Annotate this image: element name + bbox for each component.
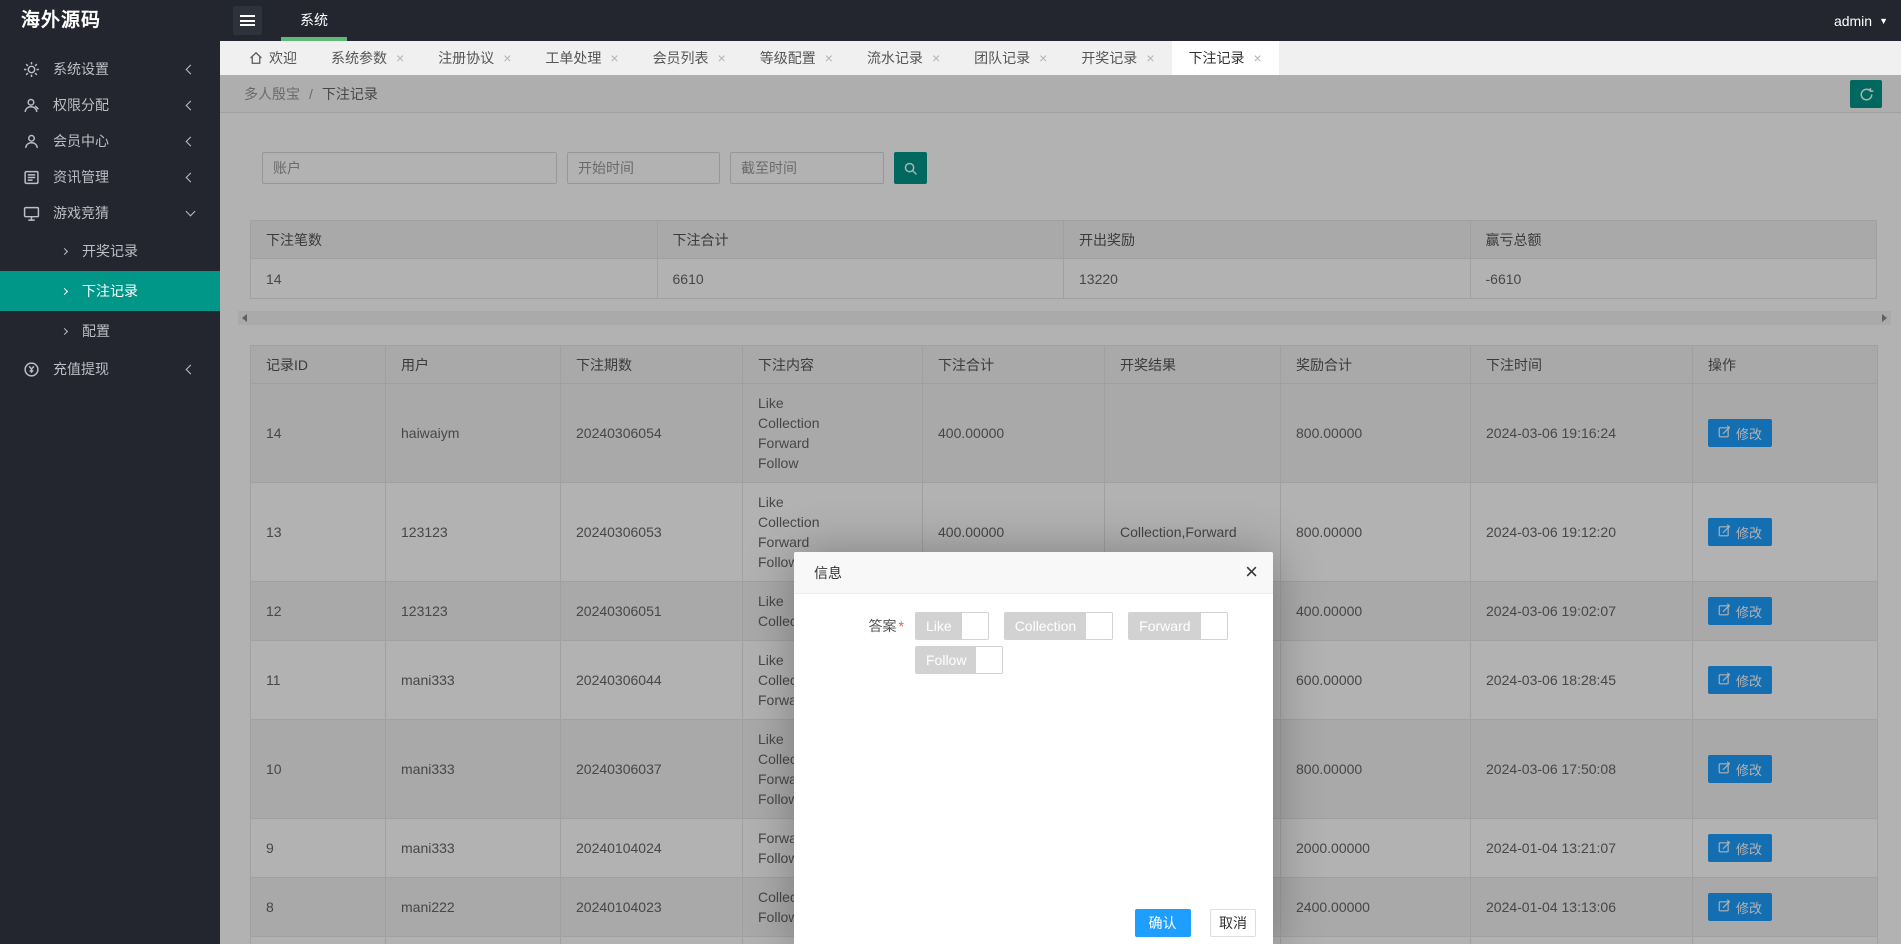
chevron-right-icon: [61, 327, 68, 334]
tab-close-icon[interactable]: ×: [1254, 51, 1262, 65]
chevron-left-icon: [186, 64, 196, 74]
tab-开奖记录[interactable]: 开奖记录 ×: [1064, 41, 1171, 75]
sidebar-subitem-label: 下注记录: [82, 281, 138, 301]
sidebar-item-资讯管理[interactable]: 资讯管理: [0, 159, 220, 195]
edit-dialog: 信息 × 答案* Like Collection Forward Follow 确认 …: [794, 552, 1273, 944]
tab-label: 开奖记录: [1081, 48, 1137, 68]
tab-close-icon[interactable]: ×: [718, 51, 726, 65]
chevron-left-icon: [186, 364, 196, 374]
menu-toggle-button[interactable]: [233, 6, 262, 35]
tab-label: 团队记录: [974, 48, 1030, 68]
answer-field-label: 答案*: [794, 612, 904, 640]
checkbox-follow[interactable]: Follow: [915, 646, 1003, 674]
sidebar-item-会员中心[interactable]: 会员中心: [0, 123, 220, 159]
tab-label: 等级配置: [760, 48, 816, 68]
tab-close-icon[interactable]: ×: [1039, 51, 1047, 65]
username: admin: [1834, 13, 1872, 29]
tab-会员列表[interactable]: 会员列表 ×: [636, 41, 743, 75]
sidebar-item-label: 会员中心: [53, 131, 109, 151]
sidebar-subitem-label: 配置: [82, 321, 110, 341]
required-asterisk: *: [899, 618, 904, 634]
chevron-left-icon: [186, 136, 196, 146]
caret-down-icon: ▼: [1879, 16, 1888, 26]
app-logo: 海外源码: [21, 0, 101, 41]
monitor-icon: [23, 205, 40, 222]
dialog-title: 信息: [794, 552, 1273, 594]
chevron-down-icon: [186, 207, 196, 217]
sidebar-item-label: 权限分配: [53, 95, 109, 115]
user-icon: [23, 133, 40, 150]
tab-close-icon[interactable]: ×: [932, 51, 940, 65]
tab-等级配置[interactable]: 等级配置 ×: [743, 41, 850, 75]
topnav-item-system[interactable]: 系统: [281, 0, 347, 41]
dialog-header: 信息 ×: [794, 552, 1273, 594]
tab-close-icon[interactable]: ×: [610, 51, 618, 65]
home-icon: [249, 51, 263, 65]
sidebar-subitem-开奖记录[interactable]: 开奖记录: [0, 231, 220, 271]
tab-close-icon[interactable]: ×: [1146, 51, 1154, 65]
checkbox-like[interactable]: Like: [915, 612, 989, 640]
sidebar-item-系统设置[interactable]: 系统设置: [0, 51, 220, 87]
checkbox-label: Like: [916, 613, 962, 639]
checkbox-forward[interactable]: Forward: [1128, 612, 1227, 640]
sidebar-item-label: 资讯管理: [53, 167, 109, 187]
sidebar-subitem-配置[interactable]: 配置: [0, 311, 220, 351]
checkbox-label: Follow: [916, 647, 976, 673]
chevron-left-icon: [186, 100, 196, 110]
close-icon[interactable]: ×: [1245, 552, 1258, 594]
tab-close-icon[interactable]: ×: [396, 51, 404, 65]
sidebar-item-label: 游戏竞猜: [53, 203, 109, 223]
checkbox-label: Forward: [1129, 613, 1200, 639]
checkbox-box-icon: [1201, 613, 1227, 639]
tab-注册协议[interactable]: 注册协议 ×: [421, 41, 528, 75]
tab-欢迎[interactable]: 欢迎: [232, 41, 314, 75]
tab-下注记录[interactable]: 下注记录 ×: [1172, 41, 1279, 75]
tab-label: 系统参数: [331, 48, 387, 68]
coin-icon: [23, 361, 40, 378]
tab-close-icon[interactable]: ×: [825, 51, 833, 65]
sidebar-subitem-label: 开奖记录: [82, 241, 138, 261]
tab-团队记录[interactable]: 团队记录 ×: [957, 41, 1064, 75]
tab-label: 欢迎: [269, 48, 297, 68]
confirm-button[interactable]: 确认: [1135, 909, 1191, 937]
tab-close-icon[interactable]: ×: [503, 51, 511, 65]
user-auth-icon: [23, 97, 40, 114]
chevron-right-icon: [61, 247, 68, 254]
admin-app: 海外源码 系统 admin ▼ 系统设置权限分配会员中心资讯管理游戏竞猜开奖记录…: [0, 0, 1901, 944]
tab-label: 流水记录: [867, 48, 923, 68]
sidebar-item-游戏竞猜[interactable]: 游戏竞猜: [0, 195, 220, 231]
tab-label: 注册协议: [438, 48, 494, 68]
tab-label: 会员列表: [653, 48, 709, 68]
hamburger-icon: [240, 15, 255, 26]
tab-label: 下注记录: [1189, 48, 1245, 68]
news-icon: [23, 169, 40, 186]
chevron-right-icon: [61, 287, 68, 294]
user-menu[interactable]: admin ▼: [1834, 0, 1888, 41]
sidebar-subitem-下注记录[interactable]: 下注记录: [0, 271, 220, 311]
checkbox-box-icon: [976, 647, 1002, 673]
checkbox-box-icon: [962, 613, 988, 639]
top-header: 海外源码 系统 admin ▼: [0, 0, 1901, 41]
checkbox-box-icon: [1086, 613, 1112, 639]
sidebar-item-充值提现[interactable]: 充值提现: [0, 351, 220, 387]
checkbox-collection[interactable]: Collection: [1004, 612, 1113, 640]
sidebar: 系统设置权限分配会员中心资讯管理游戏竞猜开奖记录下注记录配置充值提现: [0, 41, 220, 944]
tab-系统参数[interactable]: 系统参数 ×: [314, 41, 421, 75]
answer-options: Like Collection Forward Follow: [915, 612, 1260, 674]
gear-icon: [23, 61, 40, 78]
dialog-footer: 确认 取消: [794, 909, 1273, 937]
chevron-left-icon: [186, 172, 196, 182]
tab-流水记录[interactable]: 流水记录 ×: [850, 41, 957, 75]
sidebar-item-权限分配[interactable]: 权限分配: [0, 87, 220, 123]
sidebar-item-label: 系统设置: [53, 59, 109, 79]
tab-工单处理[interactable]: 工单处理 ×: [528, 41, 635, 75]
tab-bar: 欢迎系统参数×注册协议×工单处理×会员列表×等级配置×流水记录×团队记录×开奖记…: [220, 41, 1901, 75]
tab-label: 工单处理: [545, 48, 601, 68]
sidebar-item-label: 充值提现: [53, 359, 109, 379]
checkbox-label: Collection: [1005, 613, 1086, 639]
cancel-button[interactable]: 取消: [1210, 909, 1256, 937]
